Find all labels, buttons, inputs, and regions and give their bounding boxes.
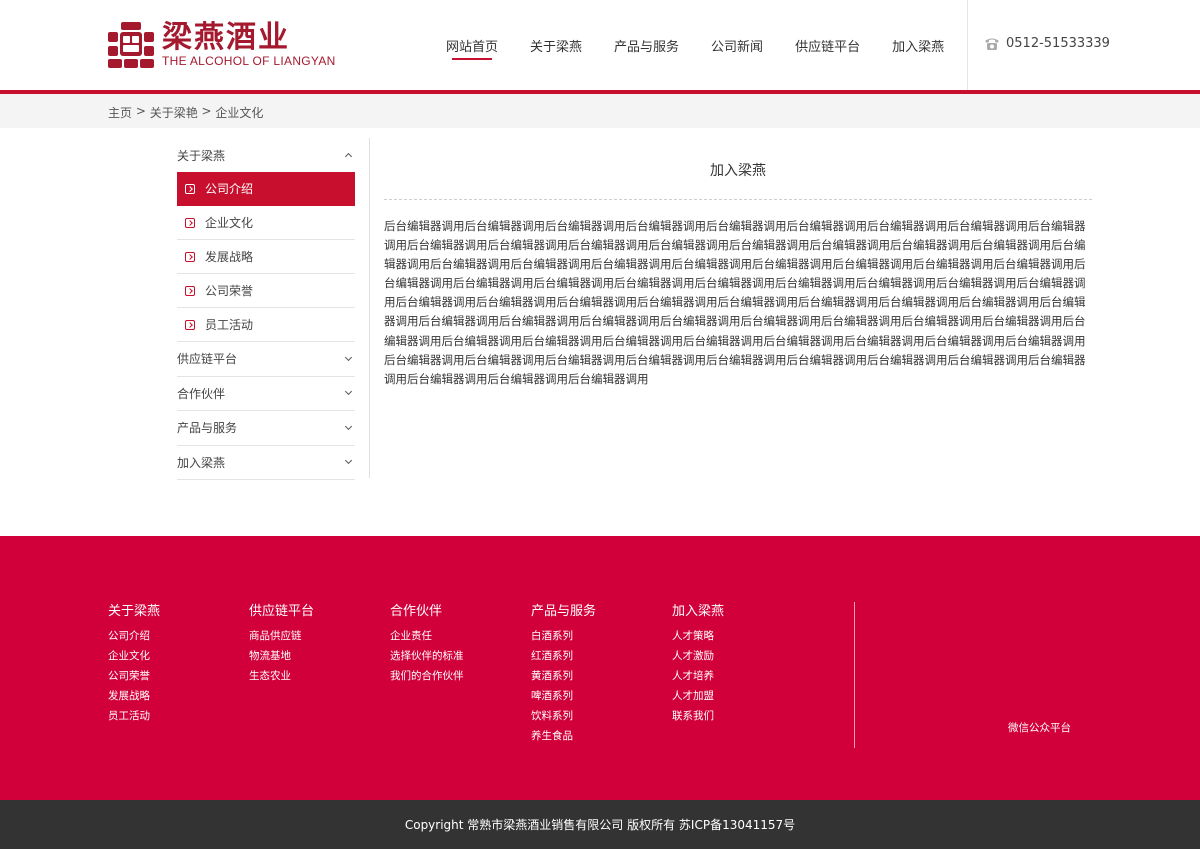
wechat-label: 微信公众平台 <box>1008 722 1071 734</box>
site-footer: 关于梁燕 公司介绍 企业文化 公司荣誉 发展战略 员工活动 供应链平台 商品供应… <box>0 536 1200 800</box>
chevron-down-icon <box>345 458 353 466</box>
nav-join[interactable]: 加入梁燕 <box>876 0 960 90</box>
footer-column-title[interactable]: 关于梁燕 <box>108 600 160 619</box>
chevron-down-icon <box>345 355 353 363</box>
breadcrumb-home[interactable]: 主页 <box>108 104 132 121</box>
footer-column-title[interactable]: 供应链平台 <box>249 600 314 619</box>
sidebar-item-strategy[interactable]: 发展战略 <box>177 240 355 274</box>
nav-about[interactable]: 关于梁燕 <box>514 0 598 90</box>
phone-icon <box>985 38 999 50</box>
footer-link[interactable]: 黄酒系列 <box>531 666 596 686</box>
sidebar: 关于梁燕 公司介绍 企业文化 发展战略 公司荣誉 员工活动 供应链平台 合作伙伴… <box>177 138 355 480</box>
footer-column-supply-chain: 供应链平台 商品供应链 物流基地 生态农业 <box>249 600 314 686</box>
footer-link[interactable]: 啤酒系列 <box>531 686 596 706</box>
footer-column-title[interactable]: 产品与服务 <box>531 600 596 619</box>
footer-link[interactable]: 红酒系列 <box>531 646 596 666</box>
sidebar-category-label: 合作伙伴 <box>177 386 226 401</box>
footer-link[interactable]: 联系我们 <box>672 706 724 726</box>
sidebar-item-label: 公司荣誉 <box>205 284 254 298</box>
breadcrumb-separator: > <box>197 104 216 118</box>
breadcrumb: 主页 > 关于梁艳 > 企业文化 <box>108 104 263 121</box>
sidebar-item-company-intro[interactable]: 公司介绍 <box>177 172 355 206</box>
nav-products[interactable]: 产品与服务 <box>598 0 695 90</box>
sidebar-item-label: 发展战略 <box>205 250 254 264</box>
sidebar-category-partners[interactable]: 合作伙伴 <box>177 377 355 411</box>
footer-link[interactable]: 企业文化 <box>108 646 160 666</box>
logo-mark-icon <box>108 22 154 68</box>
logo[interactable]: 梁燕酒业 THE ALCOHOL OF LIANGYAN <box>108 22 336 68</box>
footer-link[interactable]: 生态农业 <box>249 666 314 686</box>
chevron-down-icon <box>345 389 353 397</box>
title-divider <box>384 199 1092 200</box>
logo-name-en: THE ALCOHOL OF LIANGYAN <box>162 54 336 68</box>
logo-name-cn: 梁燕酒业 <box>162 20 290 55</box>
footer-link[interactable]: 物流基地 <box>249 646 314 666</box>
footer-column-partners: 合作伙伴 企业责任 选择伙伴的标准 我们的合作伙伴 <box>390 600 464 686</box>
footer-link[interactable]: 公司荣誉 <box>108 666 160 686</box>
sidebar-item-activities[interactable]: 员工活动 <box>177 308 355 342</box>
footer-column-about: 关于梁燕 公司介绍 企业文化 公司荣誉 发展战略 员工活动 <box>108 600 160 726</box>
sidebar-category-products[interactable]: 产品与服务 <box>177 411 355 446</box>
footer-column-title[interactable]: 合作伙伴 <box>390 600 464 619</box>
sidebar-item-honors[interactable]: 公司荣誉 <box>177 274 355 308</box>
sidebar-group-about[interactable]: 关于梁燕 <box>177 138 355 172</box>
footer-link[interactable]: 人才激励 <box>672 646 724 666</box>
phone-contact: 0512-51533339 <box>984 36 1110 51</box>
nav-news[interactable]: 公司新闻 <box>695 0 779 90</box>
sidebar-category-supply-chain[interactable]: 供应链平台 <box>177 342 355 377</box>
main-nav: 网站首页 关于梁燕 产品与服务 公司新闻 供应链平台 加入梁燕 <box>430 0 960 90</box>
site-header: 梁燕酒业 THE ALCOHOL OF LIANGYAN 网站首页 关于梁燕 产… <box>0 0 1200 90</box>
breadcrumb-separator: > <box>132 104 150 118</box>
footer-link[interactable]: 发展战略 <box>108 686 160 706</box>
footer-link[interactable]: 选择伙伴的标准 <box>390 646 464 666</box>
footer-link[interactable]: 养生食品 <box>531 726 596 746</box>
arrow-square-icon <box>185 217 195 228</box>
footer-link[interactable]: 人才策略 <box>672 626 724 646</box>
footer-link[interactable]: 公司介绍 <box>108 626 160 646</box>
footer-column-products: 产品与服务 白酒系列 红酒系列 黄酒系列 啤酒系列 饮料系列 养生食品 <box>531 600 596 746</box>
arrow-square-icon <box>185 251 195 262</box>
footer-link[interactable]: 人才加盟 <box>672 686 724 706</box>
footer-link[interactable]: 饮料系列 <box>531 706 596 726</box>
sidebar-category-label: 加入梁燕 <box>177 455 226 470</box>
sidebar-category-label: 供应链平台 <box>177 352 238 367</box>
arrow-square-icon <box>185 285 195 296</box>
chevron-up-icon <box>345 151 353 159</box>
footer-link[interactable]: 我们的合作伙伴 <box>390 666 464 686</box>
sidebar-item-label: 企业文化 <box>205 216 254 230</box>
header-divider <box>967 0 968 90</box>
nav-home[interactable]: 网站首页 <box>430 0 514 90</box>
arrow-square-icon <box>185 183 195 194</box>
arrow-square-icon <box>185 319 195 330</box>
sidebar-category-join[interactable]: 加入梁燕 <box>177 446 355 480</box>
copyright-text: Copyright 常熟市梁燕酒业销售有限公司 版权所有 苏ICP备130411… <box>404 818 796 832</box>
chevron-down-icon <box>345 424 353 432</box>
breadcrumb-bar: 主页 > 关于梁艳 > 企业文化 <box>0 94 1200 128</box>
footer-column-join: 加入梁燕 人才策略 人才激励 人才培养 人才加盟 联系我们 <box>672 600 724 726</box>
breadcrumb-parent[interactable]: 关于梁艳 <box>150 104 198 121</box>
sidebar-item-label: 员工活动 <box>205 318 254 332</box>
sidebar-divider <box>369 138 370 478</box>
sidebar-category-label: 产品与服务 <box>177 421 238 436</box>
sidebar-item-label: 公司介绍 <box>205 182 254 196</box>
copyright-bar: Copyright 常熟市梁燕酒业销售有限公司 版权所有 苏ICP备130411… <box>0 800 1200 849</box>
article-body: 后台编辑器调用后台编辑器调用后台编辑器调用后台编辑器调用后台编辑器调用后台编辑器… <box>384 219 1086 386</box>
footer-link[interactable]: 企业责任 <box>390 626 464 646</box>
footer-link[interactable]: 人才培养 <box>672 666 724 686</box>
phone-number: 0512-51533339 <box>1006 36 1110 51</box>
sidebar-group-label: 关于梁燕 <box>177 148 226 163</box>
page-title: 加入梁燕 <box>710 163 766 179</box>
nav-supply-chain[interactable]: 供应链平台 <box>779 0 876 90</box>
footer-divider <box>854 602 855 748</box>
footer-link[interactable]: 商品供应链 <box>249 626 314 646</box>
sidebar-item-culture[interactable]: 企业文化 <box>177 206 355 240</box>
breadcrumb-current: 企业文化 <box>215 106 264 120</box>
footer-link[interactable]: 员工活动 <box>108 706 160 726</box>
footer-link[interactable]: 白酒系列 <box>531 626 596 646</box>
footer-column-title[interactable]: 加入梁燕 <box>672 600 724 619</box>
